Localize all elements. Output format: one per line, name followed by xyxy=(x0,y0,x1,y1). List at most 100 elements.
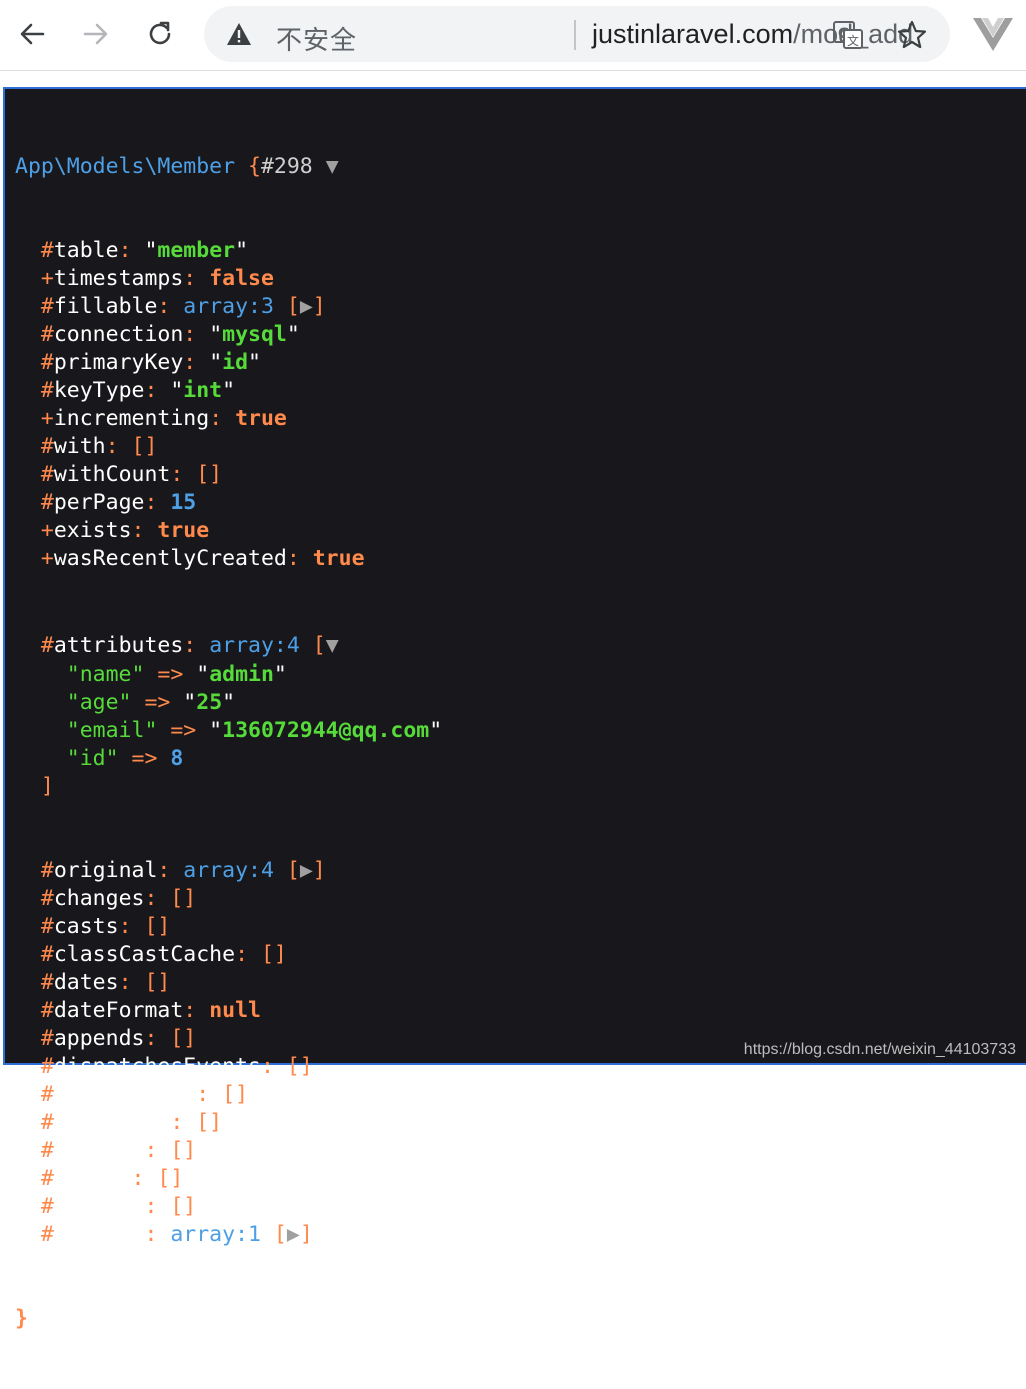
colon: : xyxy=(183,322,210,347)
dump-footer: } xyxy=(15,1306,28,1331)
arrow: => xyxy=(157,718,210,743)
property-row-attributes: #attributes: array:4 [▼ xyxy=(15,629,442,661)
property-name: attributes xyxy=(53,633,184,658)
empty-array: [] xyxy=(260,942,287,967)
number-value: 15 xyxy=(170,490,197,515)
security-label[interactable]: 不安全 xyxy=(276,20,357,57)
empty-array: [] xyxy=(144,914,171,939)
colon: : xyxy=(118,238,145,263)
property-name: appends xyxy=(53,1026,145,1051)
visibility-marker: # xyxy=(40,1054,54,1079)
property-row-exists: +exists: true xyxy=(15,517,442,545)
properties-list: #original: array:4 [▶] #changes: [] #cas… xyxy=(15,857,442,1249)
property-row-dispatchesEvents: #dispatchesEvents: [] xyxy=(15,1053,442,1081)
string-value: admin xyxy=(209,662,274,687)
property-name: guarded xyxy=(53,1222,145,1247)
property-row-table: #table: "member" xyxy=(15,237,442,265)
expand-toggle[interactable]: ▶ xyxy=(300,858,313,883)
visibility-marker: # xyxy=(40,1194,54,1219)
property-name: casts xyxy=(53,914,119,939)
dump-panel: App\Models\Member {#298 ▼ #table: "membe… xyxy=(3,87,1026,1331)
colon: : xyxy=(118,970,145,995)
property-name: hidden xyxy=(53,1166,132,1191)
property-row-perPage: #perPage: 15 xyxy=(15,489,442,517)
address-bar[interactable]: 不安全 justinlaravel.com/mod_add G 文 xyxy=(204,6,950,62)
property-name: exists xyxy=(53,518,132,543)
url-host: justinlaravel.com xyxy=(592,19,794,49)
keyword-value: true xyxy=(312,546,365,571)
url-text[interactable]: justinlaravel.com/mod_add xyxy=(592,19,913,50)
string-value: 136072944@qq.com xyxy=(222,718,430,743)
string-value: 25 xyxy=(196,690,223,715)
vue-devtools-icon[interactable] xyxy=(972,16,1014,52)
property-row-original: #original: array:4 [▶] xyxy=(15,857,442,885)
visibility-marker: # xyxy=(40,350,54,375)
star-icon[interactable] xyxy=(896,19,928,51)
property-row-casts: #casts: [] xyxy=(15,913,442,941)
colon: : xyxy=(144,1222,171,1247)
empty-array: [] xyxy=(144,970,171,995)
property-row-visible: #visible: [] xyxy=(15,1193,442,1221)
property-name: incrementing xyxy=(53,406,210,431)
bracket: [ xyxy=(286,858,300,883)
warning-icon[interactable] xyxy=(226,22,252,46)
visibility-marker: # xyxy=(40,858,54,883)
property-name: table xyxy=(53,238,119,263)
string-value: mysql xyxy=(222,322,287,347)
attributes-close: ] xyxy=(15,773,442,801)
visibility-marker: # xyxy=(40,238,54,263)
keyword-value: null xyxy=(209,998,261,1023)
empty-array: [] xyxy=(170,1138,197,1163)
collapse-toggle[interactable]: ▼ xyxy=(326,633,339,658)
property-row-classCastCache: #classCastCache: [] xyxy=(15,941,442,969)
property-name: original xyxy=(53,858,158,883)
colon: : xyxy=(235,942,261,967)
properties-list: #table: "member" +timestamps: false #fil… xyxy=(15,237,442,573)
translate-icon[interactable]: G 文 xyxy=(832,20,864,50)
empty-array: [] xyxy=(196,462,223,487)
bracket: ] xyxy=(312,294,326,319)
visibility-marker: # xyxy=(40,434,54,459)
property-name: visible xyxy=(53,1194,145,1219)
visibility-marker: # xyxy=(40,490,54,515)
quote: " xyxy=(196,662,210,687)
arrow: => xyxy=(144,662,197,687)
empty-array: [] xyxy=(170,886,197,911)
expand-toggle[interactable]: ▶ xyxy=(300,294,313,319)
array-note: array:4 xyxy=(209,633,300,658)
keyword-value: false xyxy=(209,266,274,291)
colon: : xyxy=(144,1138,171,1163)
visibility-marker: + xyxy=(40,266,54,291)
colon: : xyxy=(144,886,171,911)
property-name: classCastCache xyxy=(53,942,236,967)
visibility-marker: # xyxy=(40,1082,54,1107)
empty-array: [] xyxy=(286,1054,313,1079)
attribute-entry-email: "email" => "136072944@qq.com" xyxy=(15,717,442,745)
number-value: 8 xyxy=(170,746,184,771)
colon: : xyxy=(196,1082,223,1107)
property-row-hidden: #hidden: [] xyxy=(15,1165,442,1193)
string-value: id xyxy=(222,350,249,375)
visibility-marker: # xyxy=(40,998,54,1023)
expand-toggle[interactable]: ▶ xyxy=(287,1222,300,1247)
property-row-connection: #connection: "mysql" xyxy=(15,321,442,349)
reload-icon[interactable] xyxy=(140,14,180,54)
collapse-toggle[interactable]: ▼ xyxy=(326,154,339,179)
back-arrow-icon[interactable] xyxy=(12,14,52,54)
quote: " xyxy=(222,378,236,403)
colon: : xyxy=(131,518,158,543)
quote: " xyxy=(209,350,223,375)
property-name: relations xyxy=(53,1110,171,1135)
bracket: [ xyxy=(273,1222,287,1247)
empty-array: [] xyxy=(170,1194,197,1219)
visibility-marker: # xyxy=(40,1110,54,1135)
visibility-marker: # xyxy=(40,322,54,347)
colon: : xyxy=(118,914,145,939)
keyword-value: true xyxy=(235,406,287,431)
visibility-marker: # xyxy=(40,1026,54,1051)
attribute-entry-id: "id" => 8 xyxy=(15,745,442,773)
forward-arrow-icon[interactable] xyxy=(76,14,116,54)
attribute-entry-age: "age" => "25" xyxy=(15,689,442,717)
dump-header: App\Models\Member {#298 ▼ xyxy=(15,154,339,179)
property-row-withCount: #withCount: [] xyxy=(15,461,442,489)
